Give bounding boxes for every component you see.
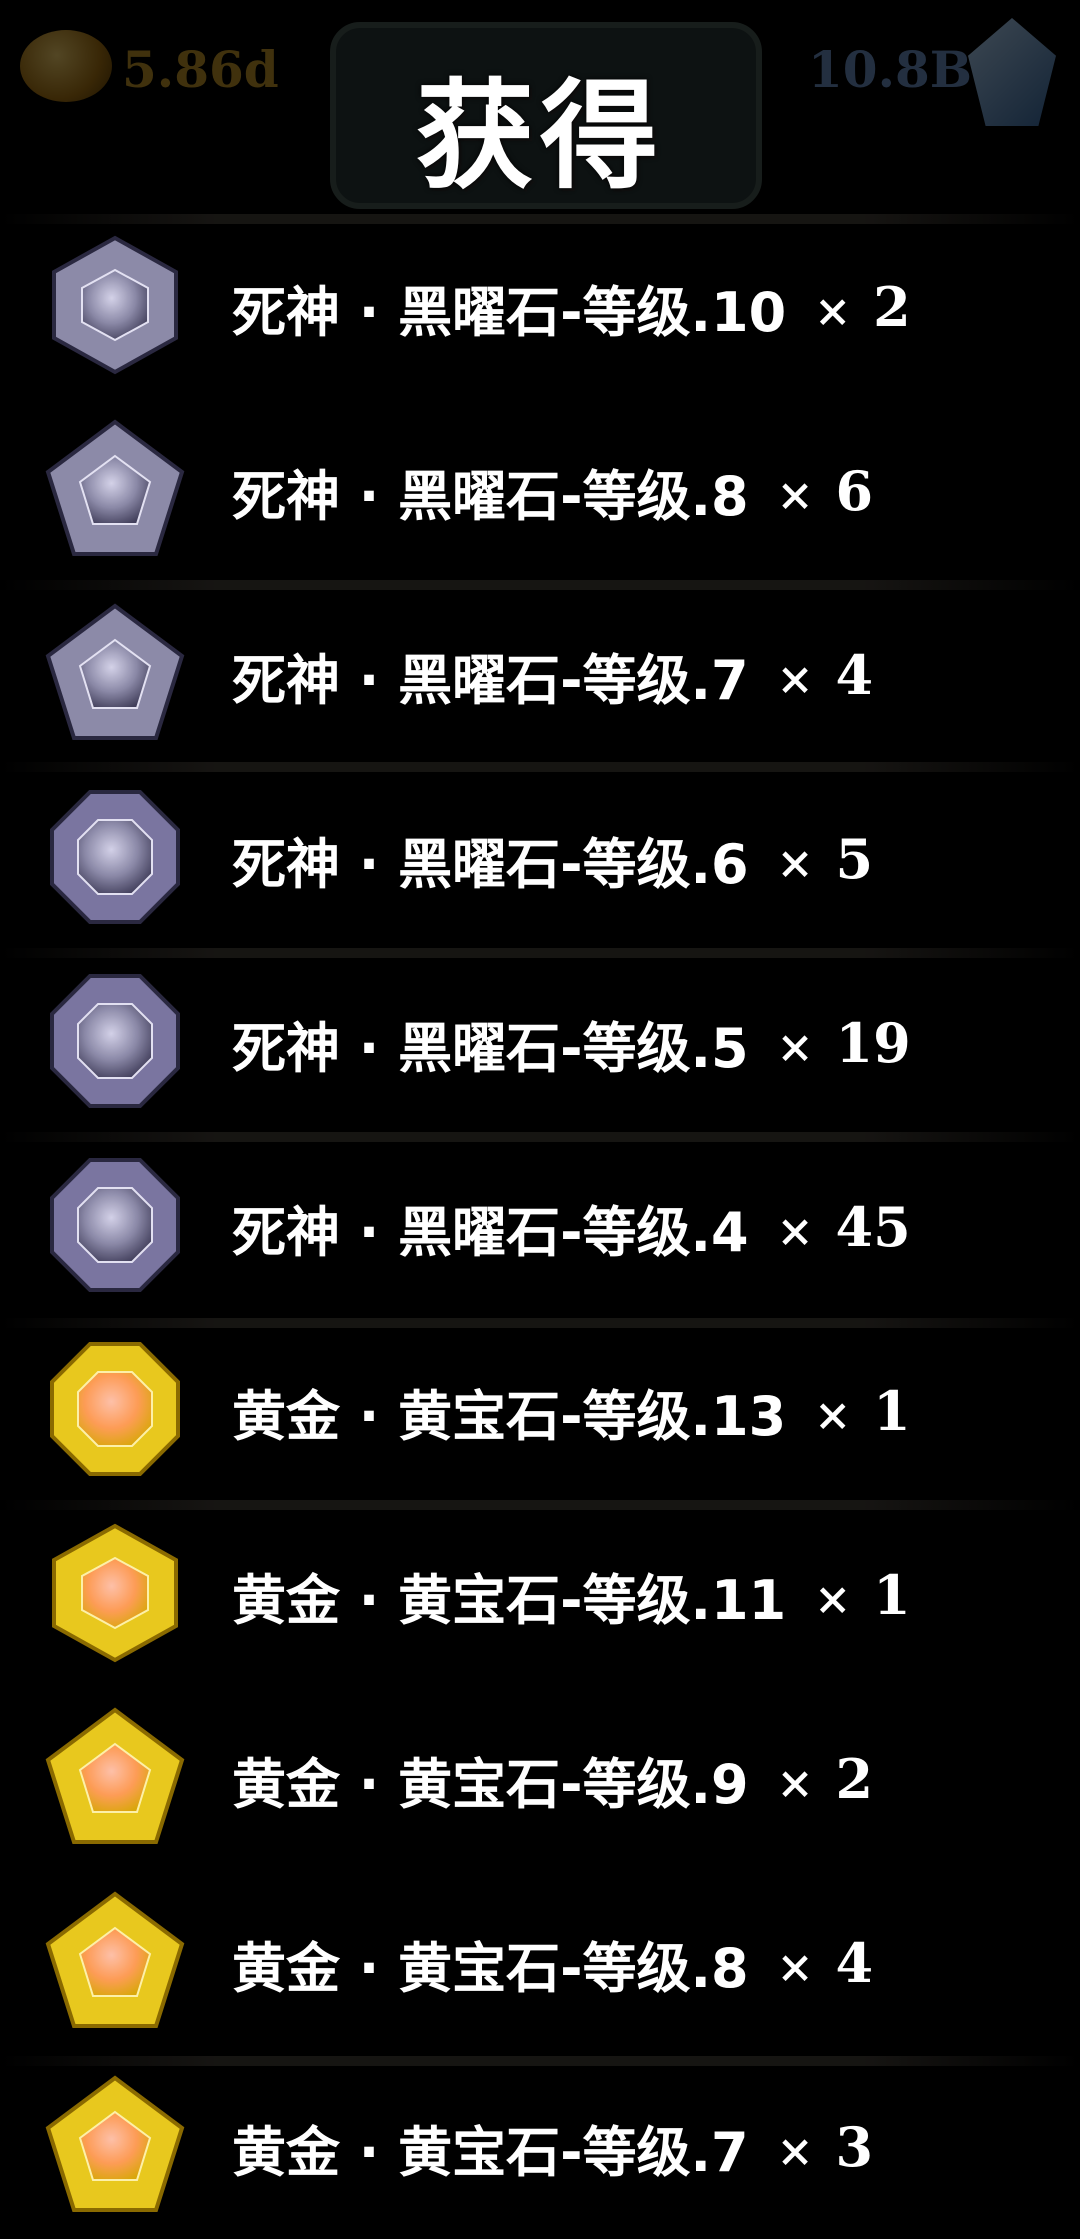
multiply-sign: × — [776, 470, 814, 521]
quantity-value: 1 — [873, 1379, 911, 1443]
reward-item: 死神 · 黑曜石-等级.8 × 6 — [232, 399, 873, 583]
reward-row: 死神 · 黑曜石-等级.7 × 4 — [0, 583, 1080, 767]
item-name: 死神 · 黑曜石-等级.5 — [232, 1016, 749, 1080]
pentagon-obsidian-icon — [40, 598, 190, 748]
multiply-sign: × — [776, 654, 814, 705]
reward-item: 死神 · 黑曜石-等级.6 × 5 — [232, 767, 873, 951]
multiply-sign: × — [814, 1574, 852, 1625]
octagon-topaz-icon — [40, 1334, 190, 1484]
item-quantity: × 1 — [814, 1379, 910, 1443]
reward-item: 死神 · 黑曜石-等级.7 × 4 — [232, 583, 873, 767]
octagon-obsidian-icon — [40, 782, 190, 932]
multiply-sign: × — [776, 2126, 814, 2177]
reward-item: 黄金 · 黄宝石-等级.13 × 1 — [232, 1319, 911, 1503]
reward-item: 黄金 · 黄宝石-等级.8 × 4 — [232, 1871, 873, 2055]
hexagon-topaz-icon — [40, 1518, 190, 1668]
multiply-sign: × — [776, 1758, 814, 1809]
reward-row: 黄金 · 黄宝石-等级.7 × 3 — [0, 2055, 1080, 2239]
reward-item: 死神 · 黑曜石-等级.5 × 19 — [232, 951, 911, 1135]
pentagon-topaz-icon — [40, 1886, 190, 2036]
item-quantity: × 4 — [777, 1931, 873, 1995]
item-quantity: × 2 — [814, 275, 910, 339]
reward-row: 黄金 · 黄宝石-等级.13 × 1 — [0, 1319, 1080, 1503]
pentagon-topaz-icon — [40, 2070, 190, 2220]
reward-row: 死神 · 黑曜石-等级.4 × 45 — [0, 1135, 1080, 1319]
item-quantity: × 5 — [777, 827, 873, 891]
hexagon-obsidian-icon — [40, 230, 190, 380]
pentagon-obsidian-icon — [40, 414, 190, 564]
multiply-sign: × — [776, 838, 814, 889]
reward-row: 黄金 · 黄宝石-等级.9 × 2 — [0, 1687, 1080, 1871]
reward-row: 死神 · 黑曜石-等级.10 × 2 — [0, 215, 1080, 399]
item-quantity: × 4 — [777, 643, 873, 707]
reward-list: 死神 · 黑曜石-等级.10 × 2 死神 · 黑曜石-等级.8 × 6 死神 … — [0, 215, 1080, 2239]
item-name: 死神 · 黑曜石-等级.7 — [232, 648, 749, 712]
quantity-value: 45 — [835, 1195, 911, 1259]
item-name: 死神 · 黑曜石-等级.8 — [232, 464, 749, 528]
item-name: 死神 · 黑曜石-等级.4 — [232, 1200, 749, 1264]
item-quantity: × 2 — [777, 1747, 873, 1811]
octagon-obsidian-icon — [40, 1150, 190, 1300]
pentagon-topaz-icon — [40, 1702, 190, 1852]
item-name: 死神 · 黑曜石-等级.6 — [232, 832, 749, 896]
quantity-value: 5 — [835, 827, 874, 891]
reward-title: 获得 — [415, 67, 664, 205]
item-quantity: × 1 — [814, 1563, 910, 1627]
item-name: 死神 · 黑曜石-等级.10 — [232, 280, 787, 344]
item-name: 黄金 · 黄宝石-等级.7 — [232, 2120, 749, 2184]
item-name: 黄金 · 黄宝石-等级.8 — [232, 1936, 749, 2000]
quantity-value: 3 — [835, 2115, 874, 2179]
reward-item: 黄金 · 黄宝石-等级.9 × 2 — [232, 1687, 873, 1871]
multiply-sign: × — [814, 1390, 852, 1441]
quantity-value: 19 — [835, 1011, 911, 1075]
reward-row: 死神 · 黑曜石-等级.8 × 6 — [0, 399, 1080, 583]
item-name: 黄金 · 黄宝石-等级.13 — [232, 1384, 787, 1448]
reward-row: 黄金 · 黄宝石-等级.11 × 1 — [0, 1503, 1080, 1687]
quantity-value: 2 — [873, 275, 911, 339]
item-name: 黄金 · 黄宝石-等级.9 — [232, 1752, 749, 1816]
octagon-obsidian-icon — [40, 966, 190, 1116]
quantity-value: 4 — [835, 1931, 874, 1995]
quantity-value: 4 — [835, 643, 874, 707]
quantity-value: 2 — [835, 1747, 874, 1811]
item-quantity: × 3 — [777, 2115, 873, 2179]
reward-item: 黄金 · 黄宝石-等级.11 × 1 — [232, 1503, 911, 1687]
item-quantity: × 45 — [777, 1195, 911, 1259]
multiply-sign: × — [776, 1206, 814, 1257]
multiply-sign: × — [776, 1022, 814, 1073]
multiply-sign: × — [814, 286, 852, 337]
quantity-value: 1 — [873, 1563, 911, 1627]
quantity-value: 6 — [835, 459, 874, 523]
reward-item: 死神 · 黑曜石-等级.4 × 45 — [232, 1135, 911, 1319]
item-quantity: × 6 — [777, 459, 873, 523]
reward-item: 死神 · 黑曜石-等级.10 × 2 — [232, 215, 911, 399]
reward-row: 黄金 · 黄宝石-等级.8 × 4 — [0, 1871, 1080, 2055]
reward-row: 死神 · 黑曜石-等级.5 × 19 — [0, 951, 1080, 1135]
item-name: 黄金 · 黄宝石-等级.11 — [232, 1568, 787, 1632]
item-quantity: × 19 — [777, 1011, 911, 1075]
reward-row: 死神 · 黑曜石-等级.6 × 5 — [0, 767, 1080, 951]
multiply-sign: × — [776, 1942, 814, 1993]
reward-item: 黄金 · 黄宝石-等级.7 × 3 — [232, 2055, 873, 2239]
